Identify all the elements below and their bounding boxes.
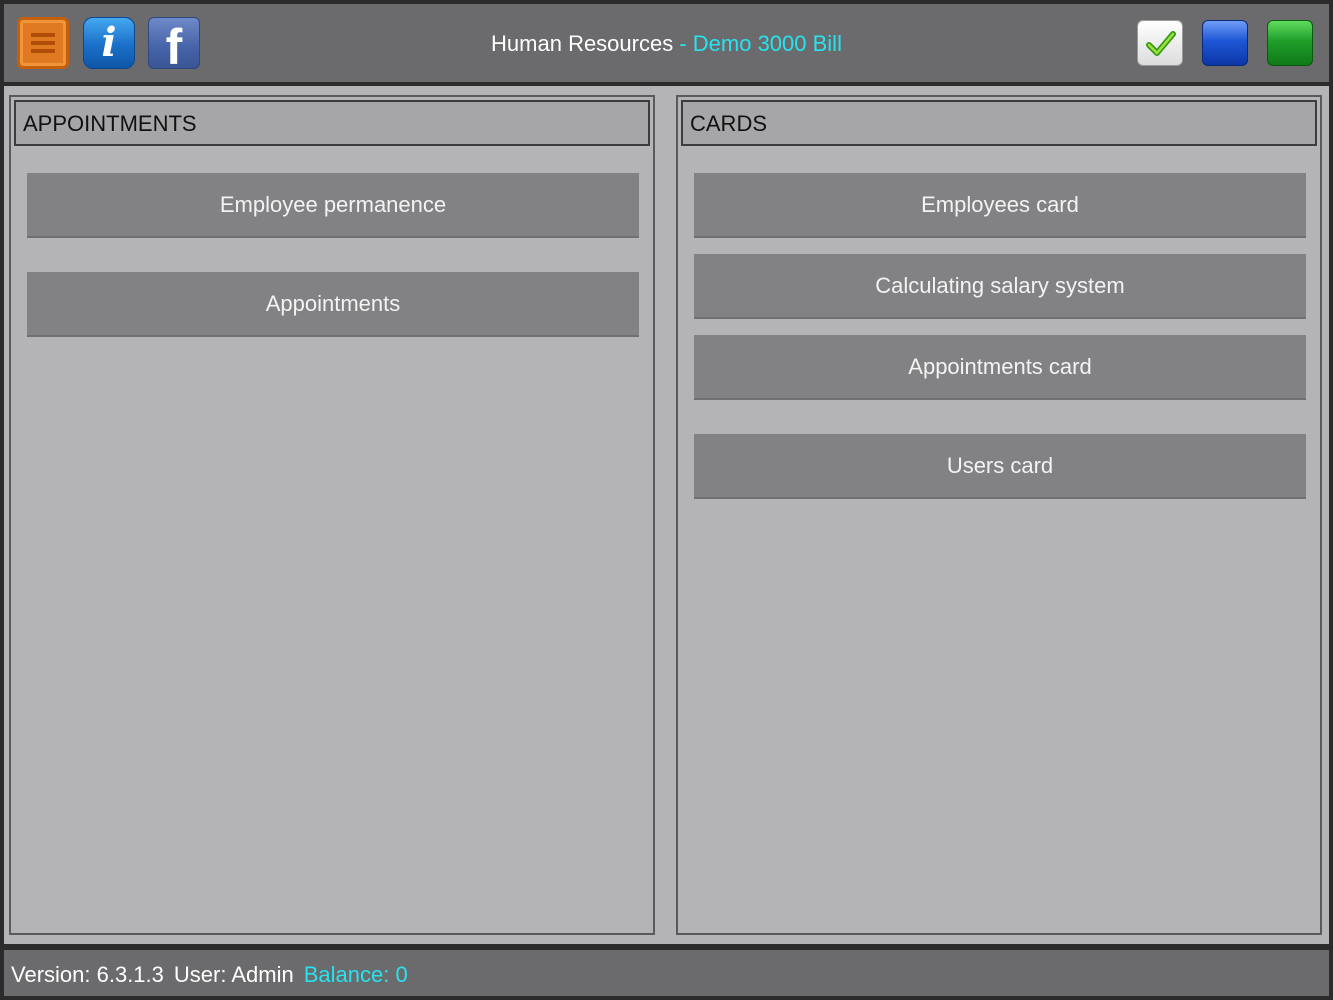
- version-text: Version: 6.3.1.3: [11, 962, 164, 987]
- main-area: APPOINTMENTS Employee permanence Appoint…: [4, 86, 1329, 944]
- facebook-button[interactable]: f: [148, 17, 200, 69]
- app-window: i f Human Resources - Demo 3000 Bill APP…: [0, 0, 1333, 1000]
- appointments-panel: APPOINTMENTS Employee permanence Appoint…: [9, 95, 655, 935]
- balance-text: Balance: 0: [303, 962, 408, 987]
- cards-panel: CARDS Employees card Calculating salary …: [676, 95, 1322, 935]
- page-title: Human Resources - Demo 3000 Bill: [304, 4, 1029, 82]
- status-bar: Version: 6.3.1.3 User: Admin Balance: 0: [4, 950, 1329, 996]
- employee-permanence-button[interactable]: Employee permanence: [27, 173, 639, 238]
- employees-card-button[interactable]: Employees card: [694, 173, 1306, 238]
- info-button[interactable]: i: [83, 17, 135, 69]
- menu-button[interactable]: [17, 17, 69, 69]
- appointments-button[interactable]: Appointments: [27, 272, 639, 337]
- app-subtitle: - Demo 3000 Bill: [673, 31, 842, 56]
- green-square-button[interactable]: [1267, 20, 1313, 66]
- checkmark-icon: [1146, 31, 1176, 56]
- app-title: Human Resources: [491, 31, 674, 56]
- header-bar: i f Human Resources - Demo 3000 Bill: [4, 4, 1329, 82]
- blue-square-button[interactable]: [1202, 20, 1248, 66]
- cards-heading: CARDS: [681, 100, 1317, 146]
- appointments-card-button[interactable]: Appointments card: [694, 335, 1306, 400]
- user-text: User: Admin: [173, 962, 294, 987]
- calculating-salary-system-button[interactable]: Calculating salary system: [694, 254, 1306, 319]
- users-card-button[interactable]: Users card: [694, 434, 1306, 499]
- confirm-button[interactable]: [1137, 20, 1183, 66]
- info-icon: i: [101, 19, 117, 66]
- facebook-icon: f: [165, 19, 183, 69]
- menu-icon: [31, 31, 55, 55]
- appointments-heading: APPOINTMENTS: [14, 100, 650, 146]
